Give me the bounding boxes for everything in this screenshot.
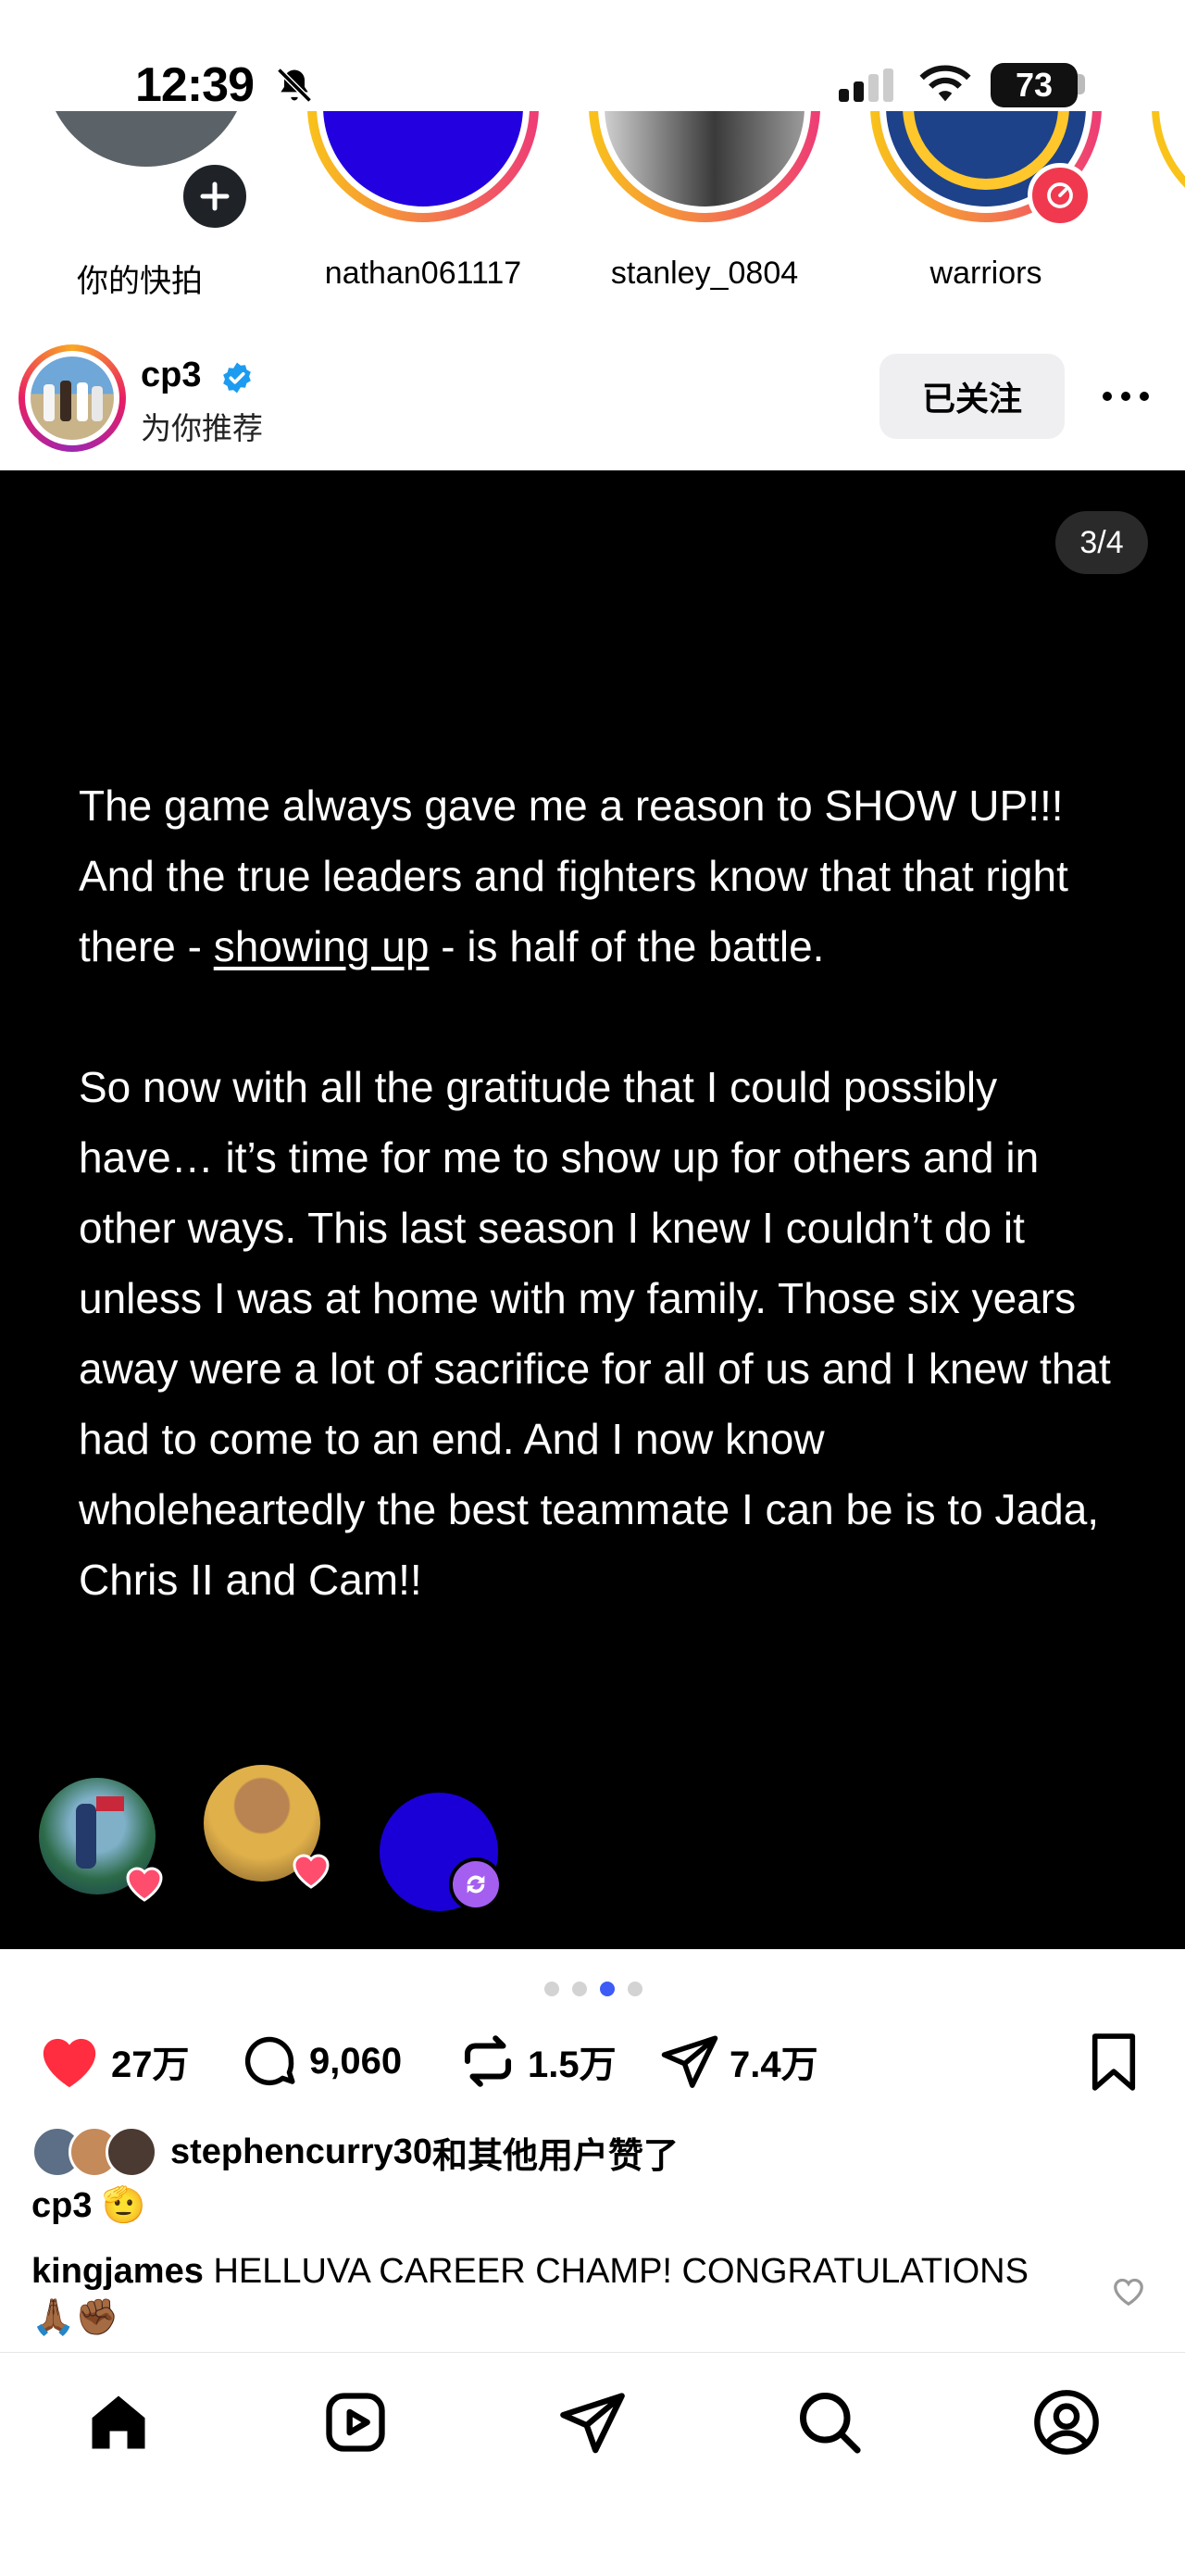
story-avatar-partial[interactable] (1152, 111, 1185, 213)
comment-icon[interactable] (239, 2031, 300, 2092)
share-count: 7.4万 (730, 2045, 818, 2085)
post-paragraph-2: So now with all the gratitude that I cou… (79, 1063, 1111, 1604)
comment-text: HELLUVA CAREER CHAMP! CONGRATULATIONS (213, 2252, 1029, 2291)
comment-like-icon[interactable] (1111, 2274, 1146, 2307)
liker-username[interactable]: stephencurry30 (170, 2132, 432, 2172)
home-icon[interactable] (83, 2387, 154, 2457)
post-username[interactable]: cp3 (141, 356, 201, 395)
wifi-icon (919, 65, 971, 102)
repost-action[interactable]: 1.5万 (457, 2033, 617, 2089)
bell-muted-icon (277, 68, 312, 103)
status-time: 12:39 (135, 58, 255, 112)
comment-action[interactable]: 9,060 (239, 2033, 402, 2089)
repost-icon[interactable] (457, 2031, 518, 2092)
signal-icon (839, 69, 893, 102)
carousel-dot[interactable] (572, 1982, 587, 1996)
carousel-dot[interactable] (628, 1982, 642, 1996)
post-text-underlined: showing up (213, 922, 430, 970)
heart-filled-icon[interactable] (37, 2032, 102, 2090)
story-avatar-nathan[interactable] (307, 111, 539, 241)
repost-badge (449, 1857, 503, 1911)
comment-username[interactable]: kingjames (31, 2252, 204, 2291)
search-icon[interactable] (794, 2387, 865, 2457)
carousel-dots (544, 1982, 642, 1996)
heart-badge-icon (293, 1854, 330, 1889)
battery-level: 73 (1015, 66, 1054, 104)
post-subtitle: 为你推荐 (141, 411, 263, 445)
caption-username[interactable]: cp3 (31, 2186, 92, 2225)
story-label: stanley_0804 (610, 256, 799, 291)
share-action[interactable]: 7.4万 (659, 2033, 818, 2089)
caption-emoji: 🫡 (102, 2186, 146, 2225)
top-comment[interactable]: kingjames HELLUVA CAREER CHAMP! CONGRATU… (31, 2248, 1105, 2341)
repost-count: 1.5万 (528, 2045, 617, 2085)
post-paragraph-1: The game always gave me a reason to SHOW… (79, 770, 1116, 982)
live-badge (1028, 163, 1092, 228)
caption: cp3 🫡 (31, 2185, 145, 2226)
send-icon[interactable] (659, 2031, 720, 2092)
comment-count: 9,060 (309, 2040, 403, 2082)
like-action[interactable]: 27万 (37, 2033, 190, 2089)
post-text-part: - is half of the battle. (429, 922, 825, 970)
gauge-icon (1047, 182, 1073, 208)
bookmark-icon[interactable] (1085, 2032, 1142, 2093)
post-avatar[interactable] (31, 356, 114, 440)
verified-badge-icon (223, 362, 251, 394)
reels-icon[interactable] (320, 2387, 391, 2457)
carousel-counter: 3/4 (1055, 511, 1148, 574)
carousel-dot[interactable] (544, 1982, 559, 1996)
liked-by-row[interactable]: stephencurry30 和其他用户赞了 (31, 2126, 679, 2178)
more-options-icon[interactable] (1098, 378, 1154, 415)
liker-avatar (106, 2126, 157, 2178)
profile-icon[interactable] (1031, 2387, 1102, 2457)
liked-by-suffix: 和其他用户赞了 (432, 2136, 680, 2176)
heart-badge-icon (126, 1867, 163, 1902)
repost-icon (467, 1875, 485, 1894)
battery-cap (1078, 74, 1085, 94)
plus-icon (200, 181, 230, 211)
carousel-dot-active[interactable] (600, 1982, 615, 1996)
following-button[interactable]: 已关注 (879, 354, 1065, 439)
bottom-nav (0, 2352, 1185, 2576)
like-count: 27万 (111, 2045, 190, 2085)
story-label: warriors (929, 256, 1042, 291)
add-story-button[interactable] (178, 159, 252, 233)
post-text: The game always gave me a reason to SHOW… (79, 770, 1116, 1615)
story-label: 你的快拍 (77, 264, 203, 299)
battery-indicator: 73 (991, 63, 1078, 107)
comment-emoji: 🙏🏾✊🏾 (31, 2298, 119, 2337)
direct-icon[interactable] (557, 2387, 628, 2457)
story-label: nathan061117 (324, 256, 522, 291)
story-avatar-stanley[interactable] (589, 111, 820, 241)
